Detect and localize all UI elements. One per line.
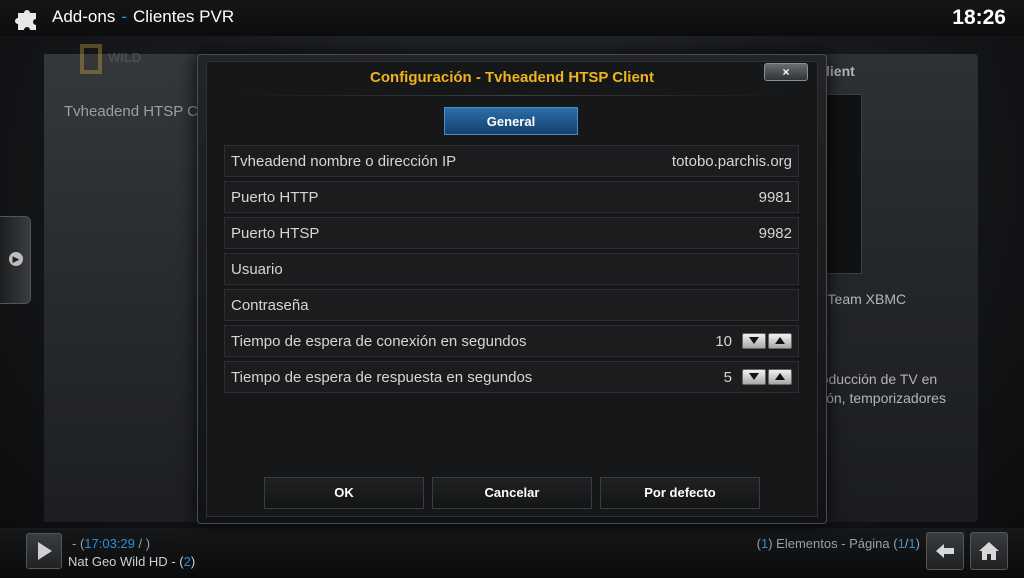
time-value: 17:03:29 [84, 536, 135, 551]
background-addon-author: , Team XBMC [820, 291, 907, 307]
description-line: ción, temporizadores [816, 390, 946, 406]
close-button[interactable]: × [764, 63, 808, 81]
title-divider [238, 95, 786, 96]
setting-label: Usuario [231, 261, 283, 278]
setting-label: Tiempo de espera de respuesta en segundo… [231, 369, 533, 386]
clock: 18:26 [952, 6, 1006, 29]
setting-row-ip[interactable]: Tvheadend nombre o dirección IP totobo.p… [224, 145, 799, 177]
back-button[interactable] [926, 532, 964, 570]
page-close: ) [915, 536, 920, 551]
setting-label: Tvheadend nombre o dirección IP [231, 153, 457, 170]
channel-number: 2 [183, 554, 191, 569]
time-suffix: / ) [134, 536, 151, 551]
channel-end: ) [190, 554, 196, 569]
setting-label: Puerto HTSP [231, 225, 320, 242]
background-addon-title: lient [826, 63, 855, 79]
background-addon-thumbnail [826, 94, 862, 274]
breadcrumb-section: Add-ons [52, 7, 116, 26]
ok-button[interactable]: OK [264, 477, 424, 509]
setting-value: 9981 [758, 189, 792, 206]
spinner-value: 5 [723, 369, 732, 386]
chevron-right-icon: ▶ [9, 252, 23, 266]
time-prefix: - ( [72, 536, 85, 551]
page-current: 1 [897, 536, 905, 551]
setting-label: Contraseña [231, 297, 309, 314]
spinner-up-button[interactable] [768, 333, 792, 349]
triangle-down-icon [749, 373, 759, 380]
play-icon [38, 542, 52, 560]
setting-row-http-port[interactable]: Puerto HTTP 9981 [224, 181, 799, 213]
breadcrumb-subsection: Clientes PVR [133, 7, 235, 26]
description-line: roducción de TV en [816, 371, 938, 387]
setting-row-connect-timeout[interactable]: Tiempo de espera de conexión en segundos… [224, 325, 799, 357]
channel-name: Nat Geo Wild HD [68, 554, 168, 569]
page-info: (1) Elementos - Página (1/1) [757, 536, 920, 551]
triangle-down-icon [749, 337, 759, 344]
default-button[interactable]: Por defecto [600, 477, 760, 509]
home-icon [979, 542, 999, 560]
home-button[interactable] [970, 532, 1008, 570]
setting-label: Puerto HTTP [231, 189, 319, 206]
setting-label: Tiempo de espera de conexión en segundos [231, 333, 527, 350]
cancel-button[interactable]: Cancelar [432, 477, 592, 509]
now-playing-time: - (17:03:29 / ) [72, 536, 150, 551]
arrow-left-icon [936, 544, 954, 558]
setting-value: totobo.parchis.org [671, 153, 792, 170]
side-menu-tab[interactable]: ▶ [0, 216, 31, 304]
nat-geo-logo-icon [80, 44, 102, 74]
background-list-item[interactable]: Tvheadend HTSP C [64, 103, 198, 120]
settings-dialog: Configuración - Tvheadend HTSP Client × … [197, 54, 827, 524]
setting-row-password[interactable]: Contraseña [224, 289, 799, 321]
dialog-title: Configuración - Tvheadend HTSP Client [370, 69, 654, 86]
setting-value: 9982 [758, 225, 792, 242]
puzzle-icon [15, 10, 36, 30]
setting-row-response-timeout[interactable]: Tiempo de espera de respuesta en segundo… [224, 361, 799, 393]
channel-sep: - ( [167, 554, 184, 569]
setting-row-username[interactable]: Usuario [224, 253, 799, 285]
triangle-up-icon [775, 373, 785, 380]
background-addon-description: roducción de TV en ción, temporizadores [816, 370, 976, 408]
spinner-down-button[interactable] [742, 333, 766, 349]
background-logo-text: WILD [108, 50, 142, 65]
spinner-value: 10 [715, 333, 732, 350]
spinner-up-button[interactable] [768, 369, 792, 385]
play-button[interactable] [26, 533, 62, 569]
page-total: 1 [908, 536, 916, 551]
setting-row-htsp-port[interactable]: Puerto HTSP 9982 [224, 217, 799, 249]
category-tab-general[interactable]: General [444, 107, 578, 135]
breadcrumb-separator: - [121, 7, 127, 26]
now-playing-channel: Nat Geo Wild HD - (2) [68, 554, 195, 569]
triangle-up-icon [775, 337, 785, 344]
spinner-down-button[interactable] [742, 369, 766, 385]
breadcrumb: Add-ons - Clientes PVR [52, 7, 234, 27]
items-text: ) Elementos - Página ( [768, 536, 898, 551]
